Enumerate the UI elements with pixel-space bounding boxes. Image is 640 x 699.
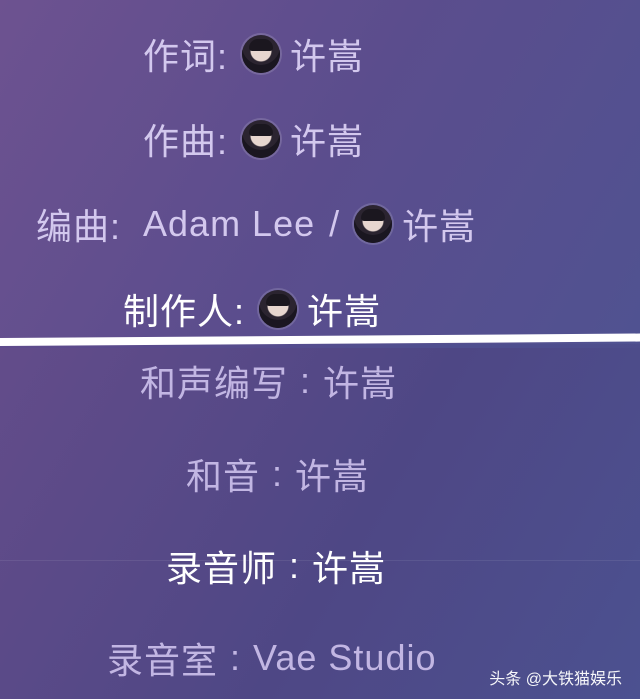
credit-row-harmony-writer: 和声编写 : 许嵩 [140, 355, 397, 407]
credit-slash: / [329, 203, 341, 244]
credit-name: 许嵩 [312, 548, 387, 589]
credit-name: 许嵩 [290, 36, 365, 77]
watermark: 头条 @大铁猫娱乐 [489, 671, 622, 688]
credit-label: 作曲: [143, 121, 229, 162]
credit-name: 许嵩 [290, 121, 365, 162]
credit-prefix-name: Adam Lee [143, 203, 316, 244]
credit-separator: : [289, 545, 301, 586]
credit-label: 和音 [186, 456, 261, 497]
credit-label: 录音室 [107, 640, 219, 681]
credit-label: 编曲: [36, 206, 122, 247]
artist-avatar-icon[interactable] [259, 290, 298, 328]
credit-label: 作词: [143, 36, 229, 77]
credit-name: 许嵩 [307, 291, 382, 332]
credit-row-recording-engineer: 录音师 : 许嵩 [166, 540, 386, 592]
credit-separator: : [230, 637, 242, 678]
artist-avatar-icon[interactable] [354, 205, 393, 243]
credit-row-studio: 录音室 : Vae Studio [107, 632, 437, 684]
credit-label: 制作人: [123, 291, 246, 332]
credit-label: 录音师 [166, 548, 278, 589]
credit-name: 许嵩 [402, 206, 477, 247]
credit-row-lyricist: 作词: 许嵩 [143, 28, 364, 80]
credit-name: 许嵩 [295, 456, 370, 497]
artist-avatar-icon[interactable] [242, 120, 281, 158]
credit-separator: : [272, 453, 284, 494]
credit-separator: : [300, 360, 312, 401]
artist-avatar-icon[interactable] [242, 35, 281, 73]
credit-name: Vae Studio [253, 637, 437, 678]
credit-name: 许嵩 [323, 363, 398, 404]
credit-row-harmony: 和音 : 许嵩 [186, 448, 369, 500]
credit-row-producer: 制作人: 许嵩 [123, 283, 381, 335]
credit-label: 和声编写 [140, 363, 289, 404]
credit-row-composer: 作曲: 许嵩 [143, 113, 364, 165]
credit-row-arranger: 编曲: Adam Lee / 许嵩 [36, 198, 476, 250]
